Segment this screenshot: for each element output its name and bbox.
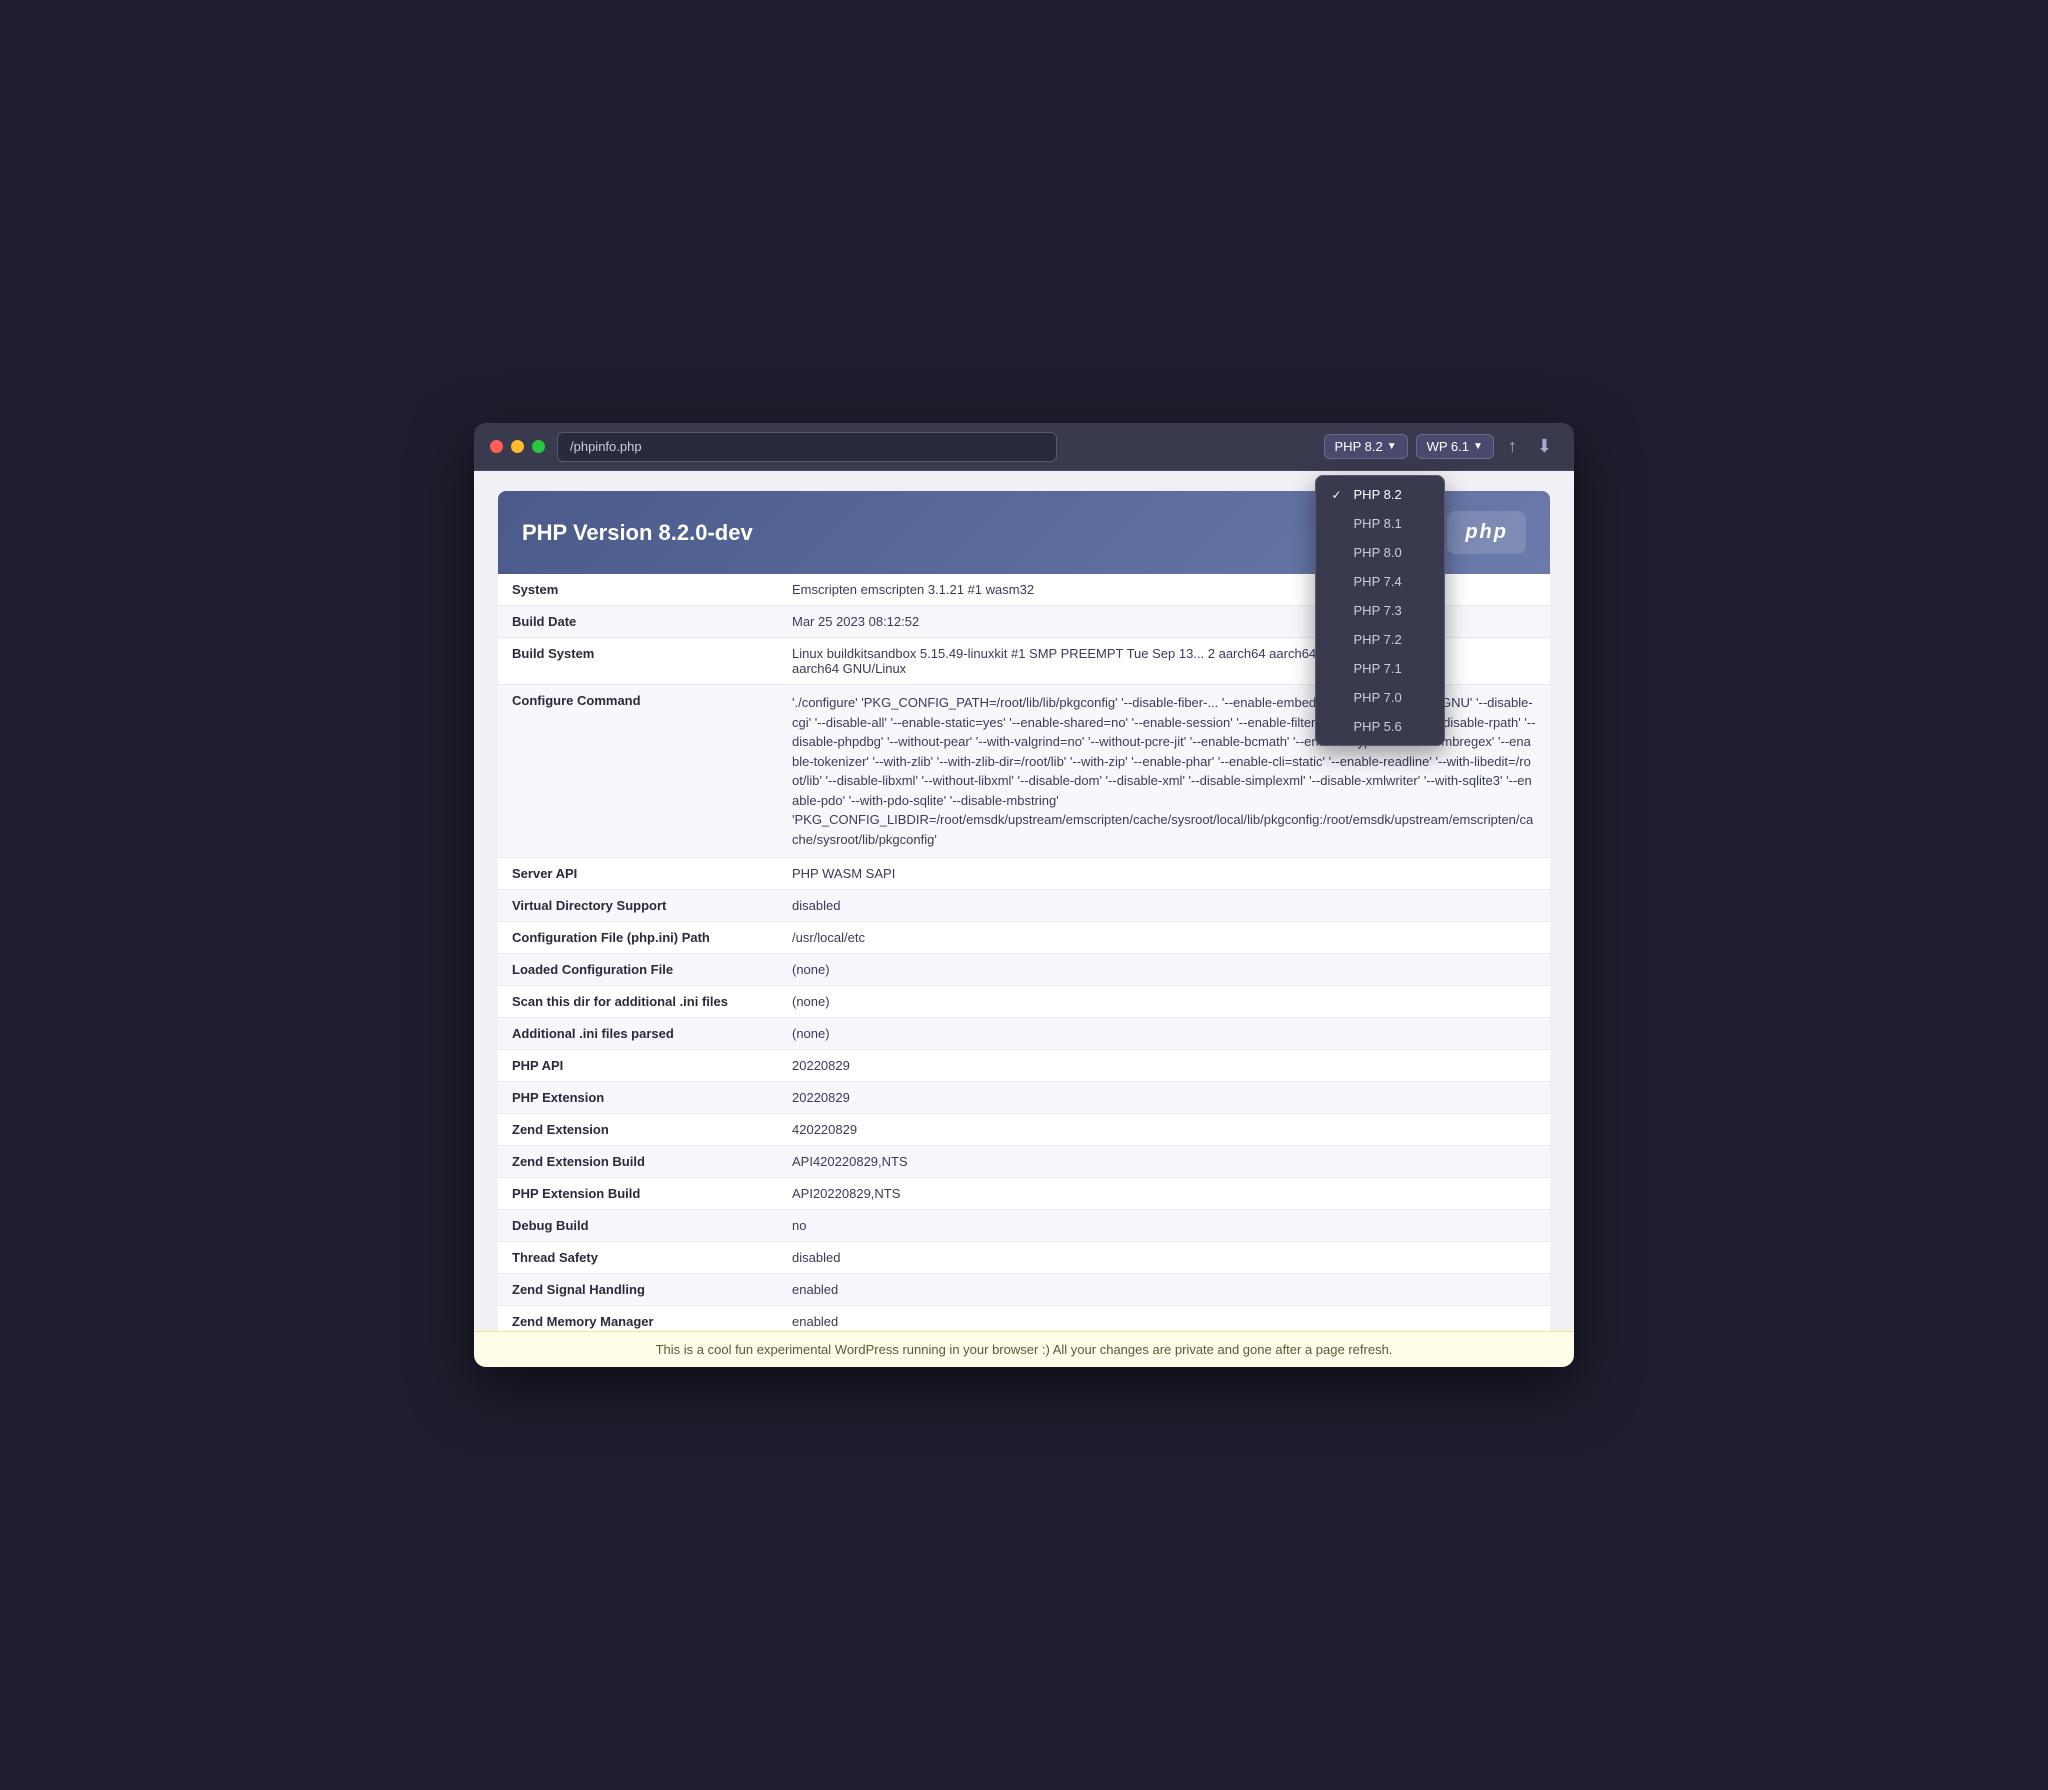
row-value: disabled bbox=[778, 890, 1550, 922]
table-row: PHP Extension BuildAPI20220829,NTS bbox=[498, 1178, 1550, 1210]
url-bar[interactable]: /phpinfo.php bbox=[557, 432, 1057, 462]
table-row: Zend Memory Managerenabled bbox=[498, 1306, 1550, 1332]
php-option-56[interactable]: PHP 5.6 bbox=[1316, 712, 1444, 741]
titlebar-right: PHP 8.2 ▼ ✓ PHP 8.2 PHP 8.1 PHP 8.0 bbox=[1324, 432, 1558, 461]
row-key: PHP Extension bbox=[498, 1082, 778, 1114]
row-key: Configure Command bbox=[498, 685, 778, 858]
row-key: Thread Safety bbox=[498, 1242, 778, 1274]
php-option-label: PHP 5.6 bbox=[1354, 719, 1402, 734]
php-option-73[interactable]: PHP 7.3 bbox=[1316, 596, 1444, 625]
url-text: /phpinfo.php bbox=[570, 439, 642, 454]
php-logo-text: php bbox=[1465, 521, 1508, 543]
row-key: Additional .ini files parsed bbox=[498, 1018, 778, 1050]
php-version-title: PHP Version 8.2.0-dev bbox=[522, 520, 753, 546]
row-value: PHP WASM SAPI bbox=[778, 858, 1550, 890]
row-key: System bbox=[498, 574, 778, 606]
php-option-80[interactable]: PHP 8.0 bbox=[1316, 538, 1444, 567]
php-option-label: PHP 7.4 bbox=[1354, 574, 1402, 589]
row-value: 420220829 bbox=[778, 1114, 1550, 1146]
row-key: PHP API bbox=[498, 1050, 778, 1082]
close-button[interactable] bbox=[490, 440, 503, 453]
table-row: Server APIPHP WASM SAPI bbox=[498, 858, 1550, 890]
footer-text: This is a cool fun experimental WordPres… bbox=[656, 1342, 1393, 1357]
table-row: Zend Extension BuildAPI420220829,NTS bbox=[498, 1146, 1550, 1178]
row-key: Zend Signal Handling bbox=[498, 1274, 778, 1306]
chevron-down-icon: ▼ bbox=[1473, 441, 1483, 452]
wp-version-label: WP 6.1 bbox=[1427, 439, 1469, 454]
row-key: Zend Memory Manager bbox=[498, 1306, 778, 1332]
row-key: Loaded Configuration File bbox=[498, 954, 778, 986]
php-version-label: PHP 8.2 bbox=[1335, 439, 1383, 454]
php-version-dropdown: ✓ PHP 8.2 PHP 8.1 PHP 8.0 PHP 7.4 bbox=[1315, 475, 1445, 746]
row-value: (none) bbox=[778, 954, 1550, 986]
php-option-label: PHP 7.2 bbox=[1354, 632, 1402, 647]
php-version-selector[interactable]: PHP 8.2 ▼ ✓ PHP 8.2 PHP 8.1 PHP 8.0 bbox=[1324, 434, 1408, 459]
table-row: Debug Buildno bbox=[498, 1210, 1550, 1242]
row-key: Scan this dir for additional .ini files bbox=[498, 986, 778, 1018]
table-row: PHP Extension20220829 bbox=[498, 1082, 1550, 1114]
table-row: Scan this dir for additional .ini files(… bbox=[498, 986, 1550, 1018]
php-option-label: PHP 7.0 bbox=[1354, 690, 1402, 705]
row-value: API420220829,NTS bbox=[778, 1146, 1550, 1178]
php-option-82[interactable]: ✓ PHP 8.2 bbox=[1316, 480, 1444, 509]
maximize-button[interactable] bbox=[532, 440, 545, 453]
row-value: (none) bbox=[778, 1018, 1550, 1050]
row-value: /usr/local/etc bbox=[778, 922, 1550, 954]
row-value: enabled bbox=[778, 1306, 1550, 1332]
table-row: Loaded Configuration File(none) bbox=[498, 954, 1550, 986]
table-row: Additional .ini files parsed(none) bbox=[498, 1018, 1550, 1050]
php-option-81[interactable]: PHP 8.1 bbox=[1316, 509, 1444, 538]
table-row: Configuration File (php.ini) Path/usr/lo… bbox=[498, 922, 1550, 954]
php-option-70[interactable]: PHP 7.0 bbox=[1316, 683, 1444, 712]
row-key: PHP Extension Build bbox=[498, 1178, 778, 1210]
share-button[interactable]: ↑ bbox=[1502, 432, 1523, 461]
row-key: Build Date bbox=[498, 606, 778, 638]
row-value: enabled bbox=[778, 1274, 1550, 1306]
wp-version-selector[interactable]: WP 6.1 ▼ bbox=[1416, 434, 1494, 459]
main-window: /phpinfo.php PHP 8.2 ▼ ✓ PHP 8.2 PHP 8.1 bbox=[474, 423, 1574, 1367]
row-value: (none) bbox=[778, 986, 1550, 1018]
minimize-button[interactable] bbox=[511, 440, 524, 453]
download-button[interactable]: ⬇ bbox=[1531, 432, 1558, 461]
php-option-label: PHP 8.1 bbox=[1354, 516, 1402, 531]
php-logo: php bbox=[1447, 511, 1526, 554]
php-option-74[interactable]: PHP 7.4 bbox=[1316, 567, 1444, 596]
row-value: 20220829 bbox=[778, 1050, 1550, 1082]
chevron-down-icon: ▼ bbox=[1387, 441, 1397, 452]
row-key: Configuration File (php.ini) Path bbox=[498, 922, 778, 954]
row-key: Build System bbox=[498, 638, 778, 685]
footer-bar: This is a cool fun experimental WordPres… bbox=[474, 1331, 1574, 1367]
row-value: disabled bbox=[778, 1242, 1550, 1274]
titlebar: /phpinfo.php PHP 8.2 ▼ ✓ PHP 8.2 PHP 8.1 bbox=[474, 423, 1574, 471]
table-row: Zend Signal Handlingenabled bbox=[498, 1274, 1550, 1306]
php-option-label: PHP 8.2 bbox=[1354, 487, 1402, 502]
php-option-71[interactable]: PHP 7.1 bbox=[1316, 654, 1444, 683]
row-key: Zend Extension Build bbox=[498, 1146, 778, 1178]
row-key: Server API bbox=[498, 858, 778, 890]
row-key: Debug Build bbox=[498, 1210, 778, 1242]
php-option-72[interactable]: PHP 7.2 bbox=[1316, 625, 1444, 654]
row-key: Virtual Directory Support bbox=[498, 890, 778, 922]
php-option-label: PHP 7.1 bbox=[1354, 661, 1402, 676]
checkmark-icon: ✓ bbox=[1332, 488, 1346, 502]
table-row: Virtual Directory Supportdisabled bbox=[498, 890, 1550, 922]
row-key: Zend Extension bbox=[498, 1114, 778, 1146]
row-value: 20220829 bbox=[778, 1082, 1550, 1114]
table-row: PHP API20220829 bbox=[498, 1050, 1550, 1082]
row-value: no bbox=[778, 1210, 1550, 1242]
php-option-label: PHP 8.0 bbox=[1354, 545, 1402, 560]
traffic-lights bbox=[490, 440, 545, 453]
php-option-label: PHP 7.3 bbox=[1354, 603, 1402, 618]
table-row: Zend Extension420220829 bbox=[498, 1114, 1550, 1146]
row-value: API20220829,NTS bbox=[778, 1178, 1550, 1210]
table-row: Thread Safetydisabled bbox=[498, 1242, 1550, 1274]
